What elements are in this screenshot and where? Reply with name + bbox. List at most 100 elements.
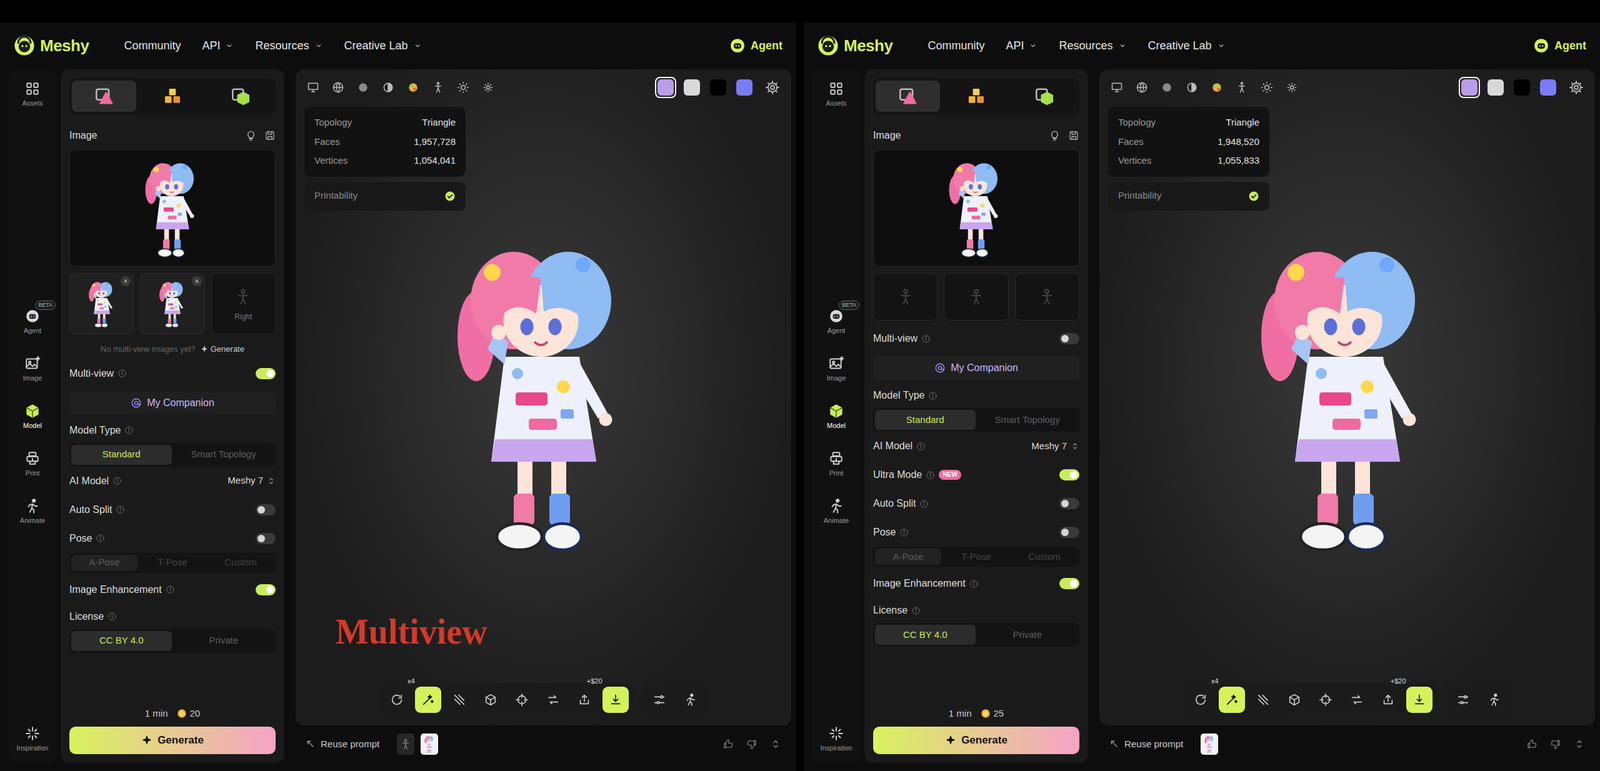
texture-shading-icon[interactable] — [1210, 81, 1224, 94]
action-button[interactable] — [1343, 686, 1370, 714]
solid-shading-icon[interactable] — [356, 81, 370, 94]
prompt-thumbnail[interactable] — [396, 733, 415, 755]
segment-option[interactable]: Standard — [875, 410, 976, 430]
segmented-control[interactable]: A-PoseT-PoseCustom — [873, 546, 1080, 567]
half-shading-icon[interactable] — [1185, 81, 1199, 94]
thumbs-up-icon[interactable] — [1526, 738, 1538, 750]
action-button[interactable] — [1406, 686, 1433, 714]
thumbs-down-icon[interactable] — [746, 738, 758, 750]
generate-multiview-link[interactable]: Generate — [200, 343, 245, 356]
companion-button[interactable]: My Companion — [69, 391, 276, 415]
segmented-control[interactable]: StandardSmart Topology — [873, 408, 1080, 432]
nav-link[interactable]: Creative Lab — [344, 37, 422, 55]
mode-tab[interactable] — [140, 80, 205, 112]
rig-icon[interactable] — [1235, 81, 1249, 94]
action-button[interactable] — [646, 686, 673, 714]
toggle-switch[interactable] — [1059, 526, 1080, 539]
rail-item[interactable]: Animate — [11, 495, 54, 527]
swatch[interactable] — [1458, 76, 1480, 99]
swatch[interactable] — [707, 76, 729, 99]
reuse-prompt-button[interactable]: Reuse prompt — [305, 737, 380, 752]
mode-tab[interactable] — [71, 80, 137, 112]
thumbs-down-icon[interactable] — [1550, 738, 1562, 750]
toggle-switch[interactable] — [1059, 498, 1080, 510]
rail-item[interactable]: Assets — [815, 78, 857, 110]
toggle-switch[interactable] — [255, 504, 276, 516]
rail-item[interactable]: Assets — [11, 78, 54, 110]
rail-item[interactable]: Model — [815, 400, 857, 432]
logo[interactable]: Meshy — [817, 33, 893, 59]
multiview-slot[interactable] — [140, 273, 205, 335]
action-button[interactable]: x4 — [383, 686, 410, 714]
rail-item[interactable]: Inspiration — [815, 723, 857, 755]
action-button[interactable] — [1312, 686, 1339, 714]
solid-shading-icon[interactable] — [1160, 81, 1174, 94]
mode-tab[interactable] — [943, 80, 1009, 112]
chevron-updown-icon[interactable] — [1573, 738, 1585, 750]
nav-link[interactable]: Community — [123, 37, 181, 55]
action-button[interactable] — [446, 686, 473, 714]
swatch[interactable] — [1511, 76, 1533, 99]
environment-light-icon[interactable] — [481, 81, 495, 94]
light-icon[interactable] — [1260, 81, 1274, 94]
globe-icon[interactable] — [331, 81, 345, 94]
swatch[interactable] — [655, 76, 677, 99]
action-button[interactable] — [1481, 686, 1508, 714]
globe-icon[interactable] — [1135, 81, 1149, 94]
rail-item[interactable]: AgentBETA — [11, 305, 54, 337]
action-button[interactable] — [508, 686, 535, 714]
nav-link[interactable]: API — [201, 37, 234, 55]
mode-tab[interactable] — [875, 80, 940, 112]
swatch[interactable] — [681, 76, 703, 99]
action-button[interactable] — [602, 686, 629, 714]
chevron-updown-icon[interactable] — [770, 738, 782, 750]
rail-item[interactable]: Image — [11, 353, 54, 385]
action-button[interactable] — [1218, 686, 1245, 714]
monitor-icon[interactable] — [1110, 81, 1124, 94]
toggle-switch[interactable] — [255, 533, 276, 545]
half-shading-icon[interactable] — [381, 81, 395, 94]
remove-icon[interactable] — [191, 276, 202, 287]
monitor-icon[interactable] — [306, 81, 320, 94]
segment-option[interactable]: Smart Topology — [173, 445, 275, 465]
image-preview[interactable] — [873, 149, 1080, 267]
viewport[interactable]: TopologyTriangleFaces1,948,520Vertices1,… — [1099, 69, 1595, 726]
rail-item[interactable]: Animate — [815, 495, 857, 527]
image-preview[interactable] — [69, 149, 276, 267]
mode-tab[interactable] — [1012, 80, 1077, 112]
action-button[interactable] — [677, 686, 704, 714]
settings-gear-icon[interactable] — [1568, 80, 1584, 95]
action-button[interactable] — [415, 686, 442, 714]
rig-icon[interactable] — [431, 81, 445, 94]
thumbs-up-icon[interactable] — [722, 738, 734, 750]
generate-button[interactable]: Generate — [873, 726, 1080, 755]
rail-item[interactable]: Image — [815, 353, 857, 385]
environment-light-icon[interactable] — [1285, 81, 1299, 94]
segment-option[interactable]: Private — [977, 625, 1079, 645]
multiview-slot[interactable]: Right — [211, 273, 276, 335]
action-button[interactable] — [1450, 686, 1477, 714]
light-icon[interactable] — [456, 81, 470, 94]
reuse-prompt-button[interactable]: Reuse prompt — [1109, 737, 1184, 752]
action-button[interactable]: +$20 — [1375, 686, 1402, 714]
segmented-control[interactable]: StandardSmart Topology — [69, 443, 276, 467]
segment-option[interactable]: CC BY 4.0 — [71, 631, 172, 652]
segment-option[interactable]: Standard — [71, 445, 172, 465]
nav-link[interactable]: Creative Lab — [1148, 37, 1226, 55]
toggle-switch[interactable] — [255, 368, 276, 380]
swatch[interactable] — [1537, 76, 1559, 99]
segment-option[interactable]: CC BY 4.0 — [875, 625, 976, 645]
nav-link[interactable]: API — [1005, 37, 1038, 55]
multiview-slot[interactable] — [873, 273, 938, 321]
rail-item[interactable]: Print — [815, 448, 857, 480]
rail-item[interactable]: Inspiration — [11, 723, 54, 755]
viewport[interactable]: TopologyTriangleFaces1,957,728Vertices1,… — [295, 69, 792, 726]
nav-link[interactable]: Community — [927, 37, 985, 55]
mode-tab[interactable] — [208, 80, 274, 112]
action-button[interactable]: +$20 — [571, 686, 598, 714]
swatch[interactable] — [733, 76, 755, 99]
agent-button[interactable]: Agent — [1533, 37, 1587, 55]
rail-item[interactable]: AgentBETA — [815, 305, 857, 337]
multiview-slot[interactable] — [1015, 273, 1080, 321]
rail-item[interactable]: Model — [11, 400, 54, 432]
